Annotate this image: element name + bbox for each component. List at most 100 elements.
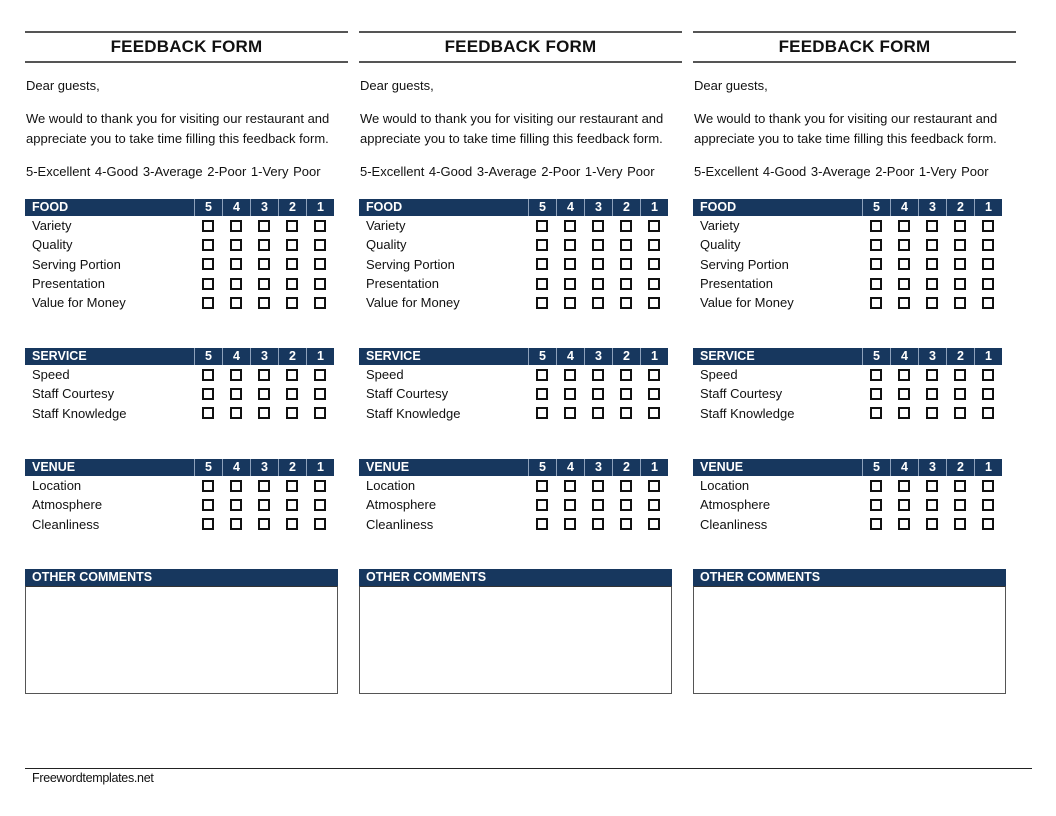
rating-checkbox[interactable] (564, 238, 576, 251)
rating-checkbox[interactable] (286, 479, 298, 492)
rating-checkbox[interactable] (286, 296, 298, 309)
rating-checkbox[interactable] (592, 238, 604, 251)
rating-checkbox[interactable] (202, 518, 214, 531)
rating-checkbox[interactable] (314, 498, 326, 511)
rating-checkbox[interactable] (954, 277, 966, 290)
rating-checkbox[interactable] (954, 407, 966, 420)
rating-checkbox[interactable] (592, 479, 604, 492)
rating-checkbox[interactable] (536, 277, 548, 290)
rating-checkbox[interactable] (982, 368, 994, 381)
rating-checkbox[interactable] (648, 479, 660, 492)
rating-checkbox[interactable] (592, 368, 604, 381)
rating-checkbox[interactable] (954, 387, 966, 400)
rating-checkbox[interactable] (982, 407, 994, 420)
rating-checkbox[interactable] (648, 498, 660, 511)
rating-checkbox[interactable] (314, 407, 326, 420)
rating-checkbox[interactable] (314, 479, 326, 492)
rating-checkbox[interactable] (564, 407, 576, 420)
rating-checkbox[interactable] (536, 368, 548, 381)
rating-checkbox[interactable] (230, 258, 242, 271)
rating-checkbox[interactable] (982, 219, 994, 232)
rating-checkbox[interactable] (982, 518, 994, 531)
rating-checkbox[interactable] (564, 296, 576, 309)
rating-checkbox[interactable] (926, 387, 938, 400)
rating-checkbox[interactable] (870, 277, 882, 290)
rating-checkbox[interactable] (564, 368, 576, 381)
rating-checkbox[interactable] (926, 277, 938, 290)
rating-checkbox[interactable] (870, 479, 882, 492)
rating-checkbox[interactable] (982, 277, 994, 290)
rating-checkbox[interactable] (982, 296, 994, 309)
rating-checkbox[interactable] (286, 498, 298, 511)
rating-checkbox[interactable] (620, 258, 632, 271)
rating-checkbox[interactable] (954, 498, 966, 511)
rating-checkbox[interactable] (564, 518, 576, 531)
rating-checkbox[interactable] (648, 238, 660, 251)
rating-checkbox[interactable] (648, 296, 660, 309)
rating-checkbox[interactable] (926, 368, 938, 381)
rating-checkbox[interactable] (870, 296, 882, 309)
rating-checkbox[interactable] (620, 277, 632, 290)
rating-checkbox[interactable] (592, 518, 604, 531)
rating-checkbox[interactable] (202, 498, 214, 511)
rating-checkbox[interactable] (564, 498, 576, 511)
rating-checkbox[interactable] (926, 238, 938, 251)
rating-checkbox[interactable] (286, 387, 298, 400)
rating-checkbox[interactable] (898, 277, 910, 290)
rating-checkbox[interactable] (258, 479, 270, 492)
rating-checkbox[interactable] (258, 407, 270, 420)
rating-checkbox[interactable] (870, 387, 882, 400)
comments-textbox[interactable] (359, 586, 672, 694)
rating-checkbox[interactable] (954, 238, 966, 251)
rating-checkbox[interactable] (592, 407, 604, 420)
rating-checkbox[interactable] (592, 387, 604, 400)
comments-textbox[interactable] (693, 586, 1006, 694)
rating-checkbox[interactable] (230, 277, 242, 290)
rating-checkbox[interactable] (870, 258, 882, 271)
rating-checkbox[interactable] (620, 479, 632, 492)
rating-checkbox[interactable] (314, 277, 326, 290)
rating-checkbox[interactable] (230, 479, 242, 492)
rating-checkbox[interactable] (286, 277, 298, 290)
rating-checkbox[interactable] (870, 498, 882, 511)
rating-checkbox[interactable] (898, 498, 910, 511)
rating-checkbox[interactable] (898, 479, 910, 492)
rating-checkbox[interactable] (620, 368, 632, 381)
rating-checkbox[interactable] (648, 277, 660, 290)
rating-checkbox[interactable] (286, 407, 298, 420)
rating-checkbox[interactable] (954, 518, 966, 531)
rating-checkbox[interactable] (648, 518, 660, 531)
rating-checkbox[interactable] (286, 368, 298, 381)
rating-checkbox[interactable] (564, 479, 576, 492)
rating-checkbox[interactable] (982, 238, 994, 251)
rating-checkbox[interactable] (620, 407, 632, 420)
rating-checkbox[interactable] (620, 387, 632, 400)
rating-checkbox[interactable] (898, 387, 910, 400)
rating-checkbox[interactable] (620, 238, 632, 251)
rating-checkbox[interactable] (314, 518, 326, 531)
rating-checkbox[interactable] (536, 258, 548, 271)
rating-checkbox[interactable] (620, 518, 632, 531)
rating-checkbox[interactable] (258, 498, 270, 511)
rating-checkbox[interactable] (202, 296, 214, 309)
rating-checkbox[interactable] (536, 387, 548, 400)
rating-checkbox[interactable] (982, 258, 994, 271)
rating-checkbox[interactable] (230, 407, 242, 420)
rating-checkbox[interactable] (870, 368, 882, 381)
rating-checkbox[interactable] (982, 498, 994, 511)
rating-checkbox[interactable] (314, 387, 326, 400)
rating-checkbox[interactable] (898, 368, 910, 381)
rating-checkbox[interactable] (954, 258, 966, 271)
rating-checkbox[interactable] (314, 238, 326, 251)
rating-checkbox[interactable] (954, 479, 966, 492)
comments-textbox[interactable] (25, 586, 338, 694)
rating-checkbox[interactable] (536, 219, 548, 232)
rating-checkbox[interactable] (926, 258, 938, 271)
rating-checkbox[interactable] (314, 219, 326, 232)
rating-checkbox[interactable] (648, 219, 660, 232)
rating-checkbox[interactable] (258, 368, 270, 381)
rating-checkbox[interactable] (592, 258, 604, 271)
rating-checkbox[interactable] (286, 238, 298, 251)
rating-checkbox[interactable] (258, 258, 270, 271)
rating-checkbox[interactable] (620, 296, 632, 309)
